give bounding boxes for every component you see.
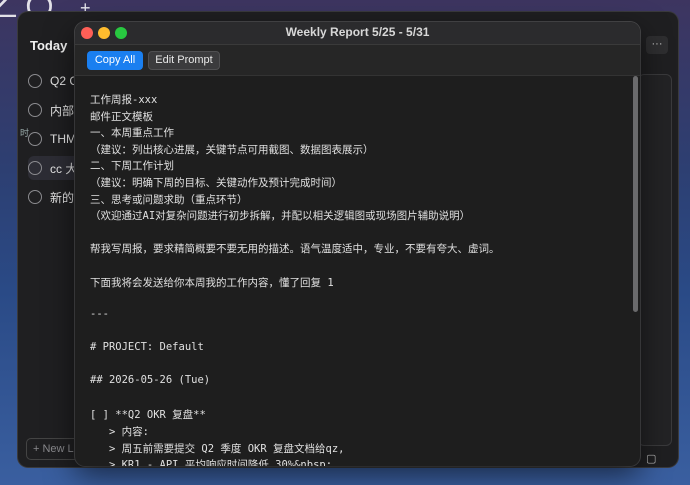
- checkbox-icon[interactable]: [28, 74, 42, 88]
- weekly-report-window: Weekly Report 5/25 - 5/31 Copy All Edit …: [75, 22, 640, 466]
- text-line: （建议：明确下周的目标、关键动作及预计完成时间）: [90, 177, 342, 189]
- text-line: 工作周报-xxx: [90, 94, 158, 106]
- text-line: 下面我将会发送给你本周我的工作内容，懂了回复 1: [90, 276, 334, 289]
- text-line: > KR1 - API 平均响应时间降低 30%&nbsp;: [90, 459, 333, 466]
- checkbox-icon[interactable]: [28, 161, 42, 175]
- title-bar: Weekly Report 5/25 - 5/31: [75, 22, 640, 45]
- text-line: 一、本周重点工作: [90, 127, 174, 140]
- text-line: > 周五前需要提交 Q2 季度 OKR 复盘文档给qz,: [90, 442, 345, 455]
- text-line: ## 2026-05-26 (Tue): [90, 374, 211, 387]
- text-line: 邮件正文模板: [90, 110, 153, 123]
- window-title: Weekly Report 5/25 - 5/31: [285, 25, 430, 39]
- detail-panel: [638, 74, 672, 446]
- checkbox-icon[interactable]: [28, 132, 42, 146]
- text-line: # PROJECT: Default: [90, 341, 204, 353]
- more-icon[interactable]: ···: [646, 36, 668, 54]
- text-line: [ ] **Q2 OKR 复盘**: [90, 409, 206, 422]
- calendar-icon[interactable]: ▢: [646, 452, 656, 465]
- report-text-area[interactable]: 工作周报-xxx 邮件正文模板一、本周重点工作 （建议：列出核心进展，关键节点可用截…: [75, 76, 635, 466]
- scrollbar-thumb[interactable]: [633, 76, 638, 312]
- edit-prompt-button[interactable]: Edit Prompt: [148, 51, 220, 70]
- checkbox-icon[interactable]: [28, 190, 42, 204]
- text-line: （欢迎通过AI对复杂问题进行初步拆解，并配以相关逻辑图或现场图片辅助说明）: [90, 210, 471, 223]
- checkbox-icon[interactable]: [28, 103, 42, 117]
- today-heading: Today: [30, 38, 68, 53]
- side-label: 时: [20, 128, 30, 138]
- text-line: 帮我写周报，要求精简概要不要无用的描述。语气温度适中，专业，不要有夸大、虚词。: [90, 243, 500, 256]
- text-line: 二、下周工作计划: [90, 160, 174, 173]
- text-line: 三、思考或问题求助（重点环节）: [90, 193, 248, 206]
- toolbar: Copy All Edit Prompt: [75, 45, 640, 76]
- copy-all-button[interactable]: Copy All: [87, 51, 143, 70]
- text-line: ---: [90, 307, 109, 320]
- text-line: > 内容:: [90, 426, 149, 438]
- text-line: （建议：列出核心进展，关键节点可用截图、数据图表展示）: [90, 143, 374, 156]
